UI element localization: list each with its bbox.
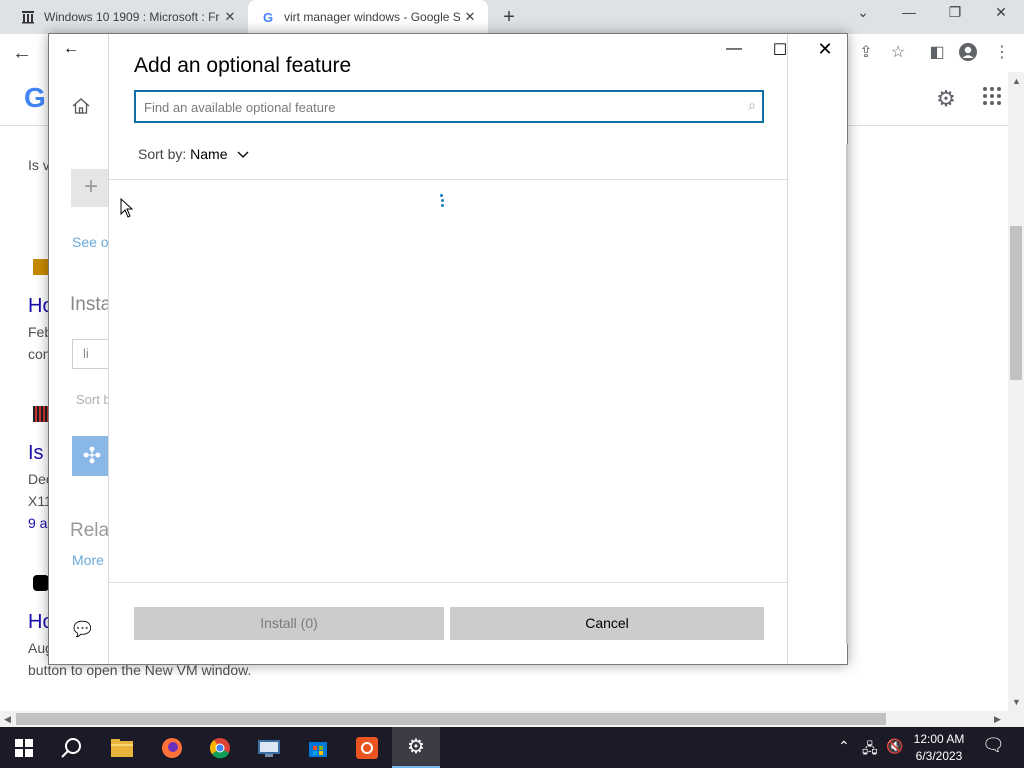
chevron-down-icon	[237, 150, 249, 162]
browser-tabstrip: Windows 10 1909 : Microsoft : Fr ✕ G vir…	[0, 0, 1024, 34]
puzzle-piece-icon[interactable]: ✣	[72, 436, 112, 476]
close-window-button[interactable]: ✕	[986, 4, 1016, 26]
divider	[109, 582, 787, 583]
settings-nav: ← + See op Insta li Sort b ✣ Rela More 💬	[49, 34, 112, 664]
chevron-up-icon[interactable]: ⌃	[838, 738, 850, 755]
dialog-title: Add an optional feature	[134, 54, 352, 77]
sort-label: Sort by:	[138, 146, 187, 162]
taskbar-clock[interactable]: 12:00 AM 6/3/2023	[906, 731, 972, 765]
volume-muted-icon[interactable]: 🔇	[886, 738, 903, 755]
windows-taskbar: ⚙ ⌃ 🖧 🔇 12:00 AM 6/3/2023 🗨	[0, 727, 1024, 768]
sort-dropdown[interactable]: Sort by: Name	[138, 146, 249, 162]
menu-dots-icon[interactable]: ⋮	[991, 42, 1013, 64]
feature-search-box[interactable]: ⌕	[134, 90, 764, 123]
loading-spinner-icon	[439, 194, 445, 208]
sort-value: Name	[190, 146, 228, 162]
restore-button[interactable]: ❐	[940, 4, 970, 26]
tab-title: Windows 10 1909 : Microsoft : Fr	[44, 10, 220, 24]
add-optional-feature-dialog: — ☐ Add an optional feature ⌕ Sort by: N…	[108, 34, 788, 664]
clock-date: 6/3/2023	[915, 749, 963, 763]
add-feature-tile[interactable]: +	[71, 169, 111, 207]
installed-search-input[interactable]: li	[72, 339, 112, 369]
minimize-button[interactable]: —	[894, 4, 924, 26]
virt-manager-icon[interactable]	[245, 727, 293, 768]
scroll-up-arrow-icon[interactable]: ▲	[1012, 76, 1021, 86]
network-icon[interactable]: 🖧	[862, 738, 878, 762]
profile-avatar-icon[interactable]	[957, 42, 979, 64]
tab-close-icon[interactable]: ✕	[222, 9, 238, 25]
close-icon[interactable]: ✕	[810, 39, 840, 59]
new-tab-button[interactable]: +	[498, 6, 520, 28]
mouse-cursor-icon	[120, 197, 134, 223]
tab-title: virt manager windows - Google S	[284, 10, 461, 24]
file-explorer-icon[interactable]	[98, 727, 146, 768]
chrome-icon[interactable]	[196, 727, 244, 768]
tab-search-icon[interactable]: ⌄	[848, 4, 878, 26]
gear-icon[interactable]: ⚙	[933, 86, 959, 112]
scroll-right-arrow-icon[interactable]: ▶	[994, 714, 1001, 725]
ubuntu-icon[interactable]	[343, 727, 391, 768]
tab-archive[interactable]: Windows 10 1909 : Microsoft : Fr ✕	[8, 0, 248, 34]
back-icon[interactable]: ←	[11, 42, 33, 64]
result-title[interactable]: Is	[28, 442, 44, 465]
sort-fragment: Sort b	[76, 392, 109, 407]
more-link[interactable]: More	[72, 552, 109, 568]
scroll-down-arrow-icon[interactable]: ▼	[1012, 697, 1021, 707]
home-icon[interactable]	[71, 96, 91, 116]
bookmark-star-icon[interactable]: ☆	[887, 42, 909, 64]
google-icon: G	[262, 9, 274, 25]
clock-time: 12:00 AM	[913, 732, 965, 746]
divider	[109, 179, 787, 180]
tab-close-icon[interactable]: ✕	[462, 9, 478, 25]
cancel-button[interactable]: Cancel	[450, 607, 764, 640]
page-vertical-scroll-thumb[interactable]	[1010, 226, 1022, 380]
see-optional-link[interactable]: See op	[72, 234, 109, 250]
minimize-button[interactable]: —	[719, 40, 749, 60]
feature-search-input[interactable]	[144, 97, 724, 117]
tab-google-search[interactable]: G virt manager windows - Google S ✕	[248, 0, 488, 34]
search-icon: ⌕	[748, 97, 756, 113]
site-favicon	[33, 406, 49, 422]
archive-icon	[20, 9, 36, 25]
settings-scrollbar[interactable]	[846, 144, 848, 644]
site-favicon	[33, 575, 49, 591]
back-arrow-icon[interactable]: ←	[63, 40, 79, 58]
site-favicon	[33, 259, 49, 275]
maximize-button[interactable]: ☐	[765, 40, 795, 60]
page-horizontal-scroll-thumb[interactable]	[16, 713, 886, 725]
settings-gear-icon[interactable]: ⚙	[392, 727, 440, 768]
firefox-icon[interactable]	[148, 727, 196, 768]
search-icon[interactable]	[48, 727, 96, 768]
result-link[interactable]: 9 a	[28, 515, 47, 531]
start-windows-icon[interactable]	[0, 727, 48, 768]
related-heading: Rela	[70, 520, 109, 541]
notification-icon[interactable]: 🗨	[982, 735, 1005, 756]
scroll-left-arrow-icon[interactable]: ◀	[4, 714, 11, 725]
chat-bubble-icon[interactable]: 💬	[73, 620, 92, 638]
page-vertical-scrollbar[interactable]	[1008, 72, 1024, 712]
result-fragment: Is v	[28, 157, 50, 173]
install-button[interactable]: Install (0)	[134, 607, 444, 640]
share-icon[interactable]: ⇪	[855, 42, 877, 64]
store-icon[interactable]	[294, 727, 342, 768]
side-panel-icon[interactable]: ◧	[926, 42, 948, 64]
google-logo[interactable]: G	[24, 82, 46, 114]
installed-heading: Insta	[70, 294, 109, 315]
apps-grid-icon[interactable]	[979, 86, 1005, 112]
